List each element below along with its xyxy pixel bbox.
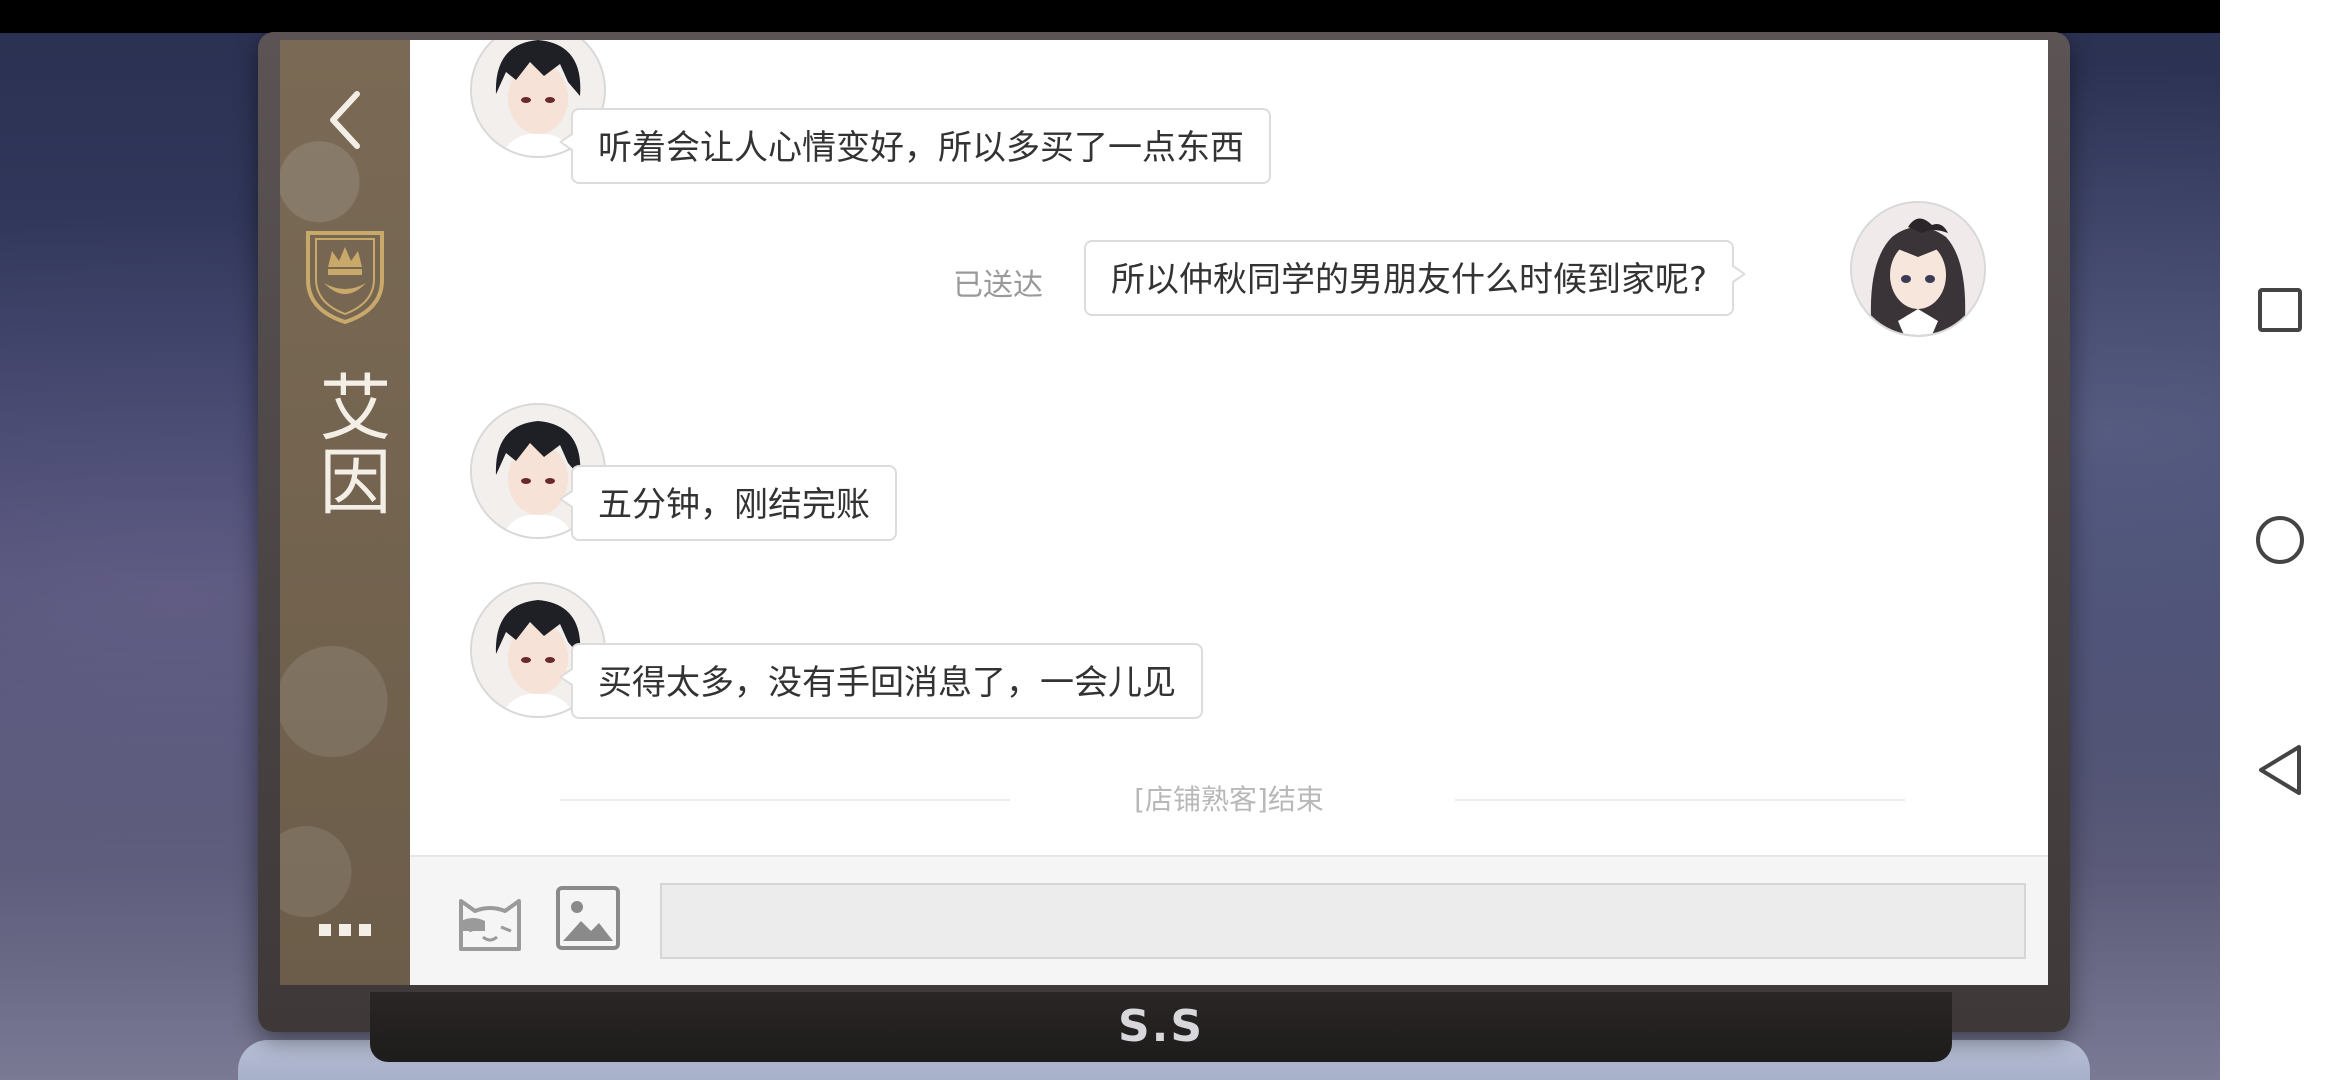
- status-bar: [0, 0, 2220, 33]
- system-nav-bar: [2220, 0, 2340, 1080]
- self-avatar[interactable]: [1850, 201, 1986, 337]
- game-background: S.S 艾因 听着会让人心情变好，所以多买了一点东西 已送达 所以仲秋同学的男朋…: [0, 0, 2220, 1080]
- cat-sticker-icon: [459, 899, 521, 951]
- brand-logo: S.S: [1117, 1001, 1205, 1052]
- divider-line: [1455, 799, 1905, 801]
- message-bubble-outgoing[interactable]: 所以仲秋同学的男朋友什么时候到家呢?: [1084, 240, 1747, 316]
- recents-button[interactable]: [2250, 280, 2310, 340]
- message-input[interactable]: [660, 883, 2026, 959]
- female-avatar-icon: [1852, 203, 1984, 335]
- message-bubble-incoming[interactable]: 五分钟，刚结完账: [559, 465, 897, 541]
- back-nav-button[interactable]: [2250, 740, 2310, 800]
- chevron-left-icon: [330, 91, 360, 149]
- dot: [339, 924, 351, 936]
- chat-screen: 艾因 听着会让人心情变好，所以多买了一点东西 已送达 所以仲秋同学的男朋友什么时…: [280, 40, 2048, 985]
- crown-crest-icon: [306, 231, 384, 325]
- home-button[interactable]: [2250, 510, 2310, 570]
- laptop-hinge: S.S: [370, 992, 1952, 1062]
- input-bar: [410, 855, 2048, 985]
- more-menu-button[interactable]: [305, 910, 385, 950]
- sticker-button[interactable]: [455, 887, 525, 957]
- image-button[interactable]: [555, 885, 621, 951]
- dot: [359, 924, 371, 936]
- dot: [319, 924, 331, 936]
- message-list[interactable]: 听着会让人心情变好，所以多买了一点东西 已送达 所以仲秋同学的男朋友什么时候到家…: [410, 40, 2048, 855]
- back-button[interactable]: [310, 80, 380, 160]
- square-recents-icon: [2258, 288, 2302, 332]
- chat-sidebar: 艾因: [280, 40, 410, 985]
- message-bubble-incoming[interactable]: 买得太多，没有手回消息了，一会儿见: [559, 643, 1203, 719]
- circle-home-icon: [2256, 516, 2304, 564]
- triangle-back-icon: [2259, 745, 2301, 795]
- delivery-status: 已送达: [953, 268, 1043, 303]
- contact-name: 艾因: [307, 370, 391, 518]
- message-bubble-incoming[interactable]: 听着会让人心情变好，所以多买了一点东西: [559, 108, 1271, 184]
- chat-end-divider: [店铺熟客]结束: [410, 780, 2048, 820]
- image-icon: [556, 886, 620, 950]
